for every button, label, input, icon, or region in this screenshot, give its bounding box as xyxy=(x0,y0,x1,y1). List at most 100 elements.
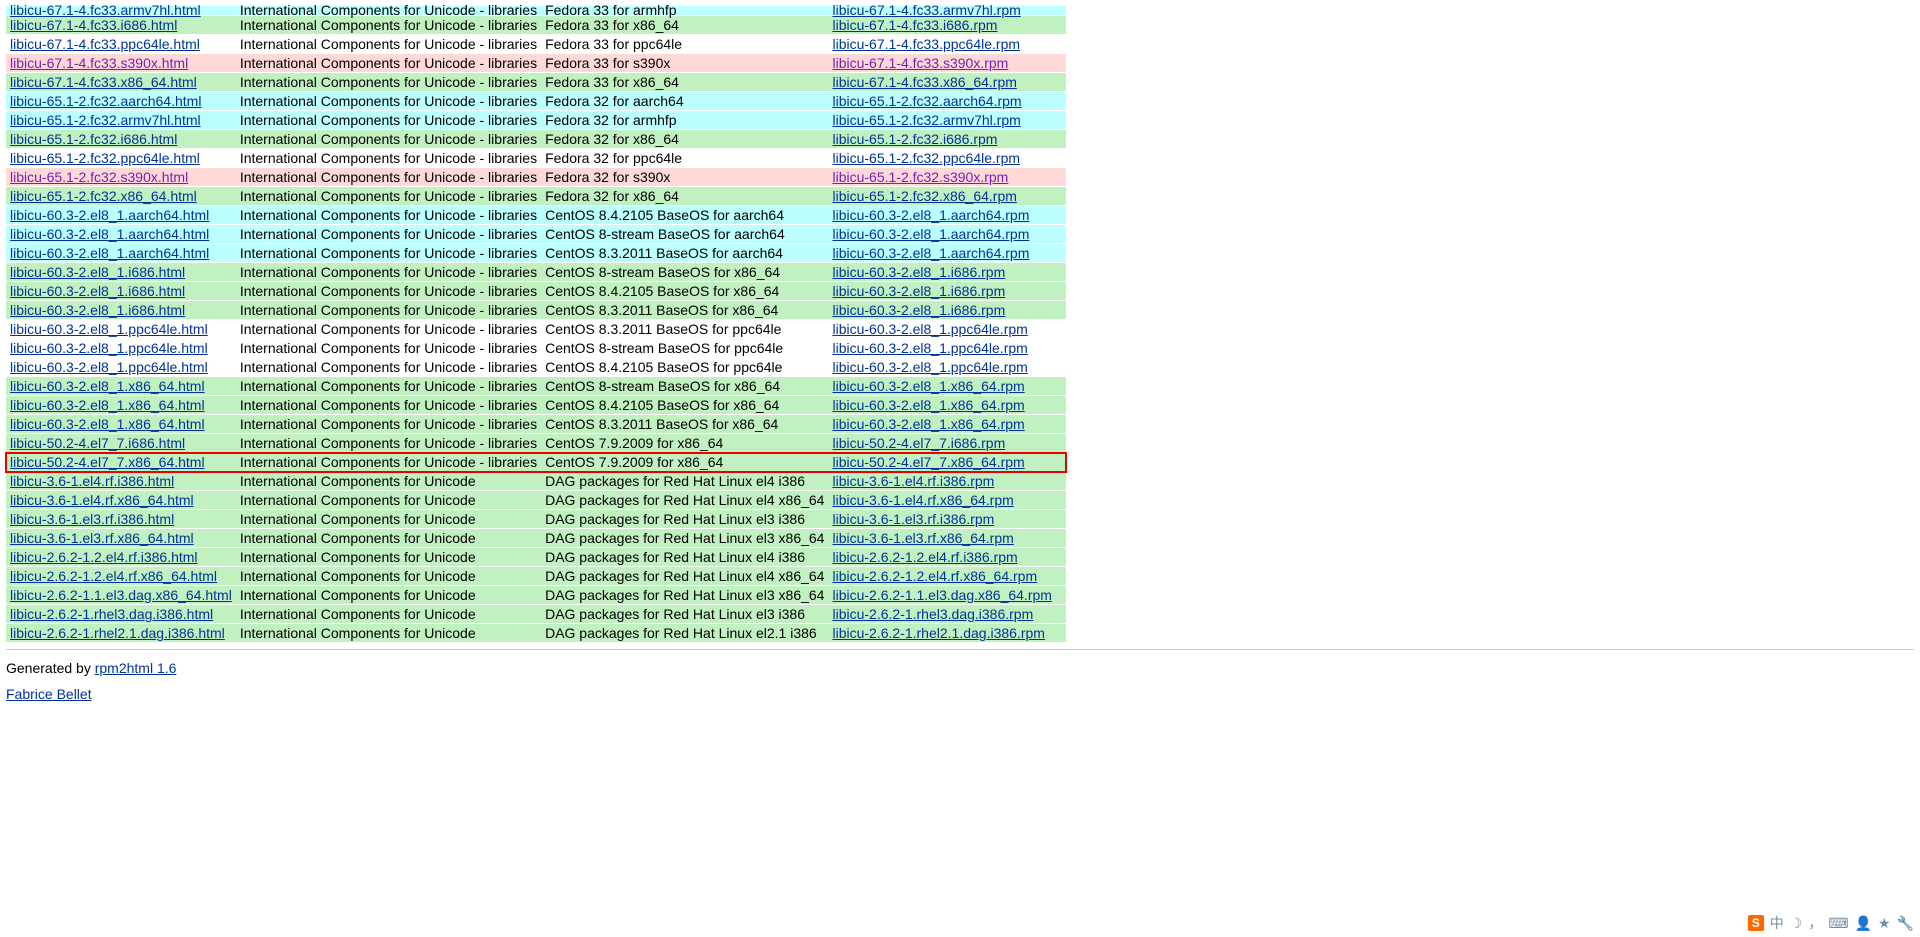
package-html-link[interactable]: libicu-60.3-2.el8_1.x86_64.html xyxy=(10,416,205,432)
package-html-link[interactable]: libicu-2.6.2-1.rhel3.dag.i386.html xyxy=(10,606,213,622)
package-html-link[interactable]: libicu-65.1-2.fc32.x86_64.html xyxy=(10,188,197,204)
package-rpm-link[interactable]: libicu-65.1-2.fc32.armv7hl.rpm xyxy=(832,112,1020,128)
package-rpm-link[interactable]: libicu-60.3-2.el8_1.x86_64.rpm xyxy=(832,378,1024,394)
package-html-link[interactable]: libicu-3.6-1.el4.rf.i386.html xyxy=(10,473,174,489)
package-html-link[interactable]: libicu-67.1-4.fc33.s390x.html xyxy=(10,55,188,71)
author-link[interactable]: Fabrice Bellet xyxy=(6,686,92,702)
package-html-link[interactable]: libicu-60.3-2.el8_1.aarch64.html xyxy=(10,226,209,242)
package-rpm-link[interactable]: libicu-2.6.2-1.rhel3.dag.i386.rpm xyxy=(832,606,1033,622)
package-distro: DAG packages for Red Hat Linux el4 i386 xyxy=(541,472,828,491)
package-rpm-link[interactable]: libicu-50.2-4.el7_7.x86_64.rpm xyxy=(832,454,1024,470)
package-rpm-link[interactable]: libicu-67.1-4.fc33.armv7hl.rpm xyxy=(832,2,1020,18)
package-html-link[interactable]: libicu-2.6.2-1.1.el3.dag.x86_64.html xyxy=(10,587,232,603)
package-rpm-link[interactable]: libicu-2.6.2-1.2.el4.rf.i386.rpm xyxy=(832,549,1017,565)
package-rpm-link[interactable]: libicu-60.3-2.el8_1.i686.rpm xyxy=(832,302,1005,318)
package-distro: CentOS 8.3.2011 BaseOS for ppc64le xyxy=(541,320,828,339)
package-rpm-link[interactable]: libicu-2.6.2-1.2.el4.rf.x86_64.rpm xyxy=(832,568,1037,584)
package-html-link[interactable]: libicu-2.6.2-1.rhel2.1.dag.i386.html xyxy=(10,625,225,641)
package-description: International Components for Unicode - l… xyxy=(236,111,541,130)
package-rpm-link[interactable]: libicu-60.3-2.el8_1.aarch64.rpm xyxy=(832,226,1029,242)
package-rpm-link[interactable]: libicu-65.1-2.fc32.x86_64.rpm xyxy=(832,188,1016,204)
package-html-link[interactable]: libicu-60.3-2.el8_1.ppc64le.html xyxy=(10,359,208,375)
package-rpm-link[interactable]: libicu-3.6-1.el3.rf.i386.rpm xyxy=(832,511,994,527)
package-rpm-link[interactable]: libicu-2.6.2-1.1.el3.dag.x86_64.rpm xyxy=(832,587,1051,603)
rpm2html-link[interactable]: rpm2html 1.6 xyxy=(95,660,177,676)
package-html-link[interactable]: libicu-60.3-2.el8_1.x86_64.html xyxy=(10,378,205,394)
package-description: International Components for Unicode - l… xyxy=(236,35,541,54)
package-html-link[interactable]: libicu-67.1-4.fc33.armv7hl.html xyxy=(10,2,201,18)
package-rpm-link[interactable]: libicu-60.3-2.el8_1.ppc64le.rpm xyxy=(832,359,1027,375)
moon-icon[interactable]: ☽ xyxy=(1790,915,1803,932)
keyboard-icon[interactable]: ⌨ xyxy=(1828,915,1848,932)
package-description: International Components for Unicode - l… xyxy=(236,415,541,434)
package-rpm-link[interactable]: libicu-60.3-2.el8_1.aarch64.rpm xyxy=(832,207,1029,223)
package-distro: CentOS 8-stream BaseOS for x86_64 xyxy=(541,263,828,282)
package-description: International Components for Unicode - l… xyxy=(236,301,541,320)
package-html-link[interactable]: libicu-3.6-1.el3.rf.i386.html xyxy=(10,511,174,527)
package-rpm-link[interactable]: libicu-65.1-2.fc32.i686.rpm xyxy=(832,131,997,147)
package-distro: Fedora 32 for x86_64 xyxy=(541,130,828,149)
package-rpm-link[interactable]: libicu-60.3-2.el8_1.ppc64le.rpm xyxy=(832,340,1027,356)
package-rpm-link[interactable]: libicu-3.6-1.el4.rf.i386.rpm xyxy=(832,473,994,489)
package-html-link[interactable]: libicu-65.1-2.fc32.s390x.html xyxy=(10,169,188,185)
package-html-link[interactable]: libicu-65.1-2.fc32.aarch64.html xyxy=(10,93,201,109)
package-html-link[interactable]: libicu-50.2-4.el7_7.x86_64.html xyxy=(10,454,205,470)
system-tray: S 中 ☽ ， ⌨ 👤 ★ 🔧 xyxy=(1748,913,1914,933)
package-html-link[interactable]: libicu-2.6.2-1.2.el4.rf.i386.html xyxy=(10,549,198,565)
table-row: libicu-60.3-2.el8_1.x86_64.htmlInternati… xyxy=(6,396,1066,415)
table-row: libicu-65.1-2.fc32.x86_64.htmlInternatio… xyxy=(6,187,1066,206)
comma-icon[interactable]: ， xyxy=(1808,913,1822,933)
package-html-link[interactable]: libicu-65.1-2.fc32.ppc64le.html xyxy=(10,150,200,166)
package-distro: Fedora 33 for s390x xyxy=(541,54,828,73)
package-html-link[interactable]: libicu-60.3-2.el8_1.x86_64.html xyxy=(10,397,205,413)
package-distro: Fedora 32 for x86_64 xyxy=(541,187,828,206)
package-rpm-link[interactable]: libicu-60.3-2.el8_1.i686.rpm xyxy=(832,264,1005,280)
package-rpm-link[interactable]: libicu-60.3-2.el8_1.ppc64le.rpm xyxy=(832,321,1027,337)
package-html-link[interactable]: libicu-67.1-4.fc33.x86_64.html xyxy=(10,74,197,90)
package-rpm-link[interactable]: libicu-65.1-2.fc32.s390x.rpm xyxy=(832,169,1008,185)
sogou-icon[interactable]: S xyxy=(1748,915,1764,931)
table-row: libicu-3.6-1.el3.rf.x86_64.html Internati… xyxy=(6,529,1066,548)
star-icon[interactable]: ★ xyxy=(1878,915,1891,932)
package-rpm-link[interactable]: libicu-67.1-4.fc33.x86_64.rpm xyxy=(832,74,1016,90)
table-row: libicu-60.3-2.el8_1.ppc64le.htmlInternat… xyxy=(6,339,1066,358)
package-distro: CentOS 8.4.2105 BaseOS for x86_64 xyxy=(541,282,828,301)
package-rpm-link[interactable]: libicu-50.2-4.el7_7.i686.rpm xyxy=(832,435,1005,451)
package-html-link[interactable]: libicu-60.3-2.el8_1.aarch64.html xyxy=(10,245,209,261)
package-html-link[interactable]: libicu-65.1-2.fc32.i686.html xyxy=(10,131,177,147)
package-description: International Components for Unicode - l… xyxy=(236,54,541,73)
package-html-link[interactable]: libicu-67.1-4.fc33.i686.html xyxy=(10,17,177,33)
package-html-link[interactable]: libicu-60.3-2.el8_1.ppc64le.html xyxy=(10,321,208,337)
package-rpm-link[interactable]: libicu-60.3-2.el8_1.x86_64.rpm xyxy=(832,397,1024,413)
package-rpm-link[interactable]: libicu-60.3-2.el8_1.i686.rpm xyxy=(832,283,1005,299)
package-html-link[interactable]: libicu-3.6-1.el4.rf.x86_64.html xyxy=(10,492,194,508)
wrench-icon[interactable]: 🔧 xyxy=(1897,915,1914,932)
package-html-link[interactable]: libicu-60.3-2.el8_1.i686.html xyxy=(10,283,185,299)
package-rpm-link[interactable]: libicu-60.3-2.el8_1.aarch64.rpm xyxy=(832,245,1029,261)
package-rpm-link[interactable]: libicu-65.1-2.fc32.aarch64.rpm xyxy=(832,93,1021,109)
package-rpm-link[interactable]: libicu-67.1-4.fc33.ppc64le.rpm xyxy=(832,36,1020,52)
package-distro: CentOS 8.4.2105 BaseOS for ppc64le xyxy=(541,358,828,377)
package-rpm-link[interactable]: libicu-67.1-4.fc33.i686.rpm xyxy=(832,17,997,33)
package-html-link[interactable]: libicu-3.6-1.el3.rf.x86_64.html xyxy=(10,530,194,546)
ime-cn-icon[interactable]: 中 xyxy=(1770,913,1784,933)
package-html-link[interactable]: libicu-60.3-2.el8_1.ppc64le.html xyxy=(10,340,208,356)
package-rpm-link[interactable]: libicu-2.6.2-1.rhel2.1.dag.i386.rpm xyxy=(832,625,1044,641)
package-html-link[interactable]: libicu-67.1-4.fc33.ppc64le.html xyxy=(10,36,200,52)
user-icon[interactable]: 👤 xyxy=(1855,915,1872,932)
package-html-link[interactable]: libicu-65.1-2.fc32.armv7hl.html xyxy=(10,112,201,128)
package-html-link[interactable]: libicu-50.2-4.el7_7.i686.html xyxy=(10,435,185,451)
package-description: International Components for Unicode xyxy=(236,529,541,548)
package-rpm-link[interactable]: libicu-3.6-1.el4.rf.x86_64.rpm xyxy=(832,492,1013,508)
package-rpm-link[interactable]: libicu-65.1-2.fc32.ppc64le.rpm xyxy=(832,150,1020,166)
package-description: International Components for Unicode xyxy=(236,567,541,586)
package-distro: CentOS 8.3.2011 BaseOS for aarch64 xyxy=(541,244,828,263)
package-html-link[interactable]: libicu-60.3-2.el8_1.i686.html xyxy=(10,302,185,318)
table-row: libicu-2.6.2-1.2.el4.rf.i386.htmlInterna… xyxy=(6,548,1066,567)
package-html-link[interactable]: libicu-60.3-2.el8_1.aarch64.html xyxy=(10,207,209,223)
package-rpm-link[interactable]: libicu-67.1-4.fc33.s390x.rpm xyxy=(832,55,1008,71)
package-html-link[interactable]: libicu-2.6.2-1.2.el4.rf.x86_64.html xyxy=(10,568,217,584)
package-rpm-link[interactable]: libicu-3.6-1.el3.rf.x86_64.rpm xyxy=(832,530,1013,546)
package-rpm-link[interactable]: libicu-60.3-2.el8_1.x86_64.rpm xyxy=(832,416,1024,432)
package-html-link[interactable]: libicu-60.3-2.el8_1.i686.html xyxy=(10,264,185,280)
